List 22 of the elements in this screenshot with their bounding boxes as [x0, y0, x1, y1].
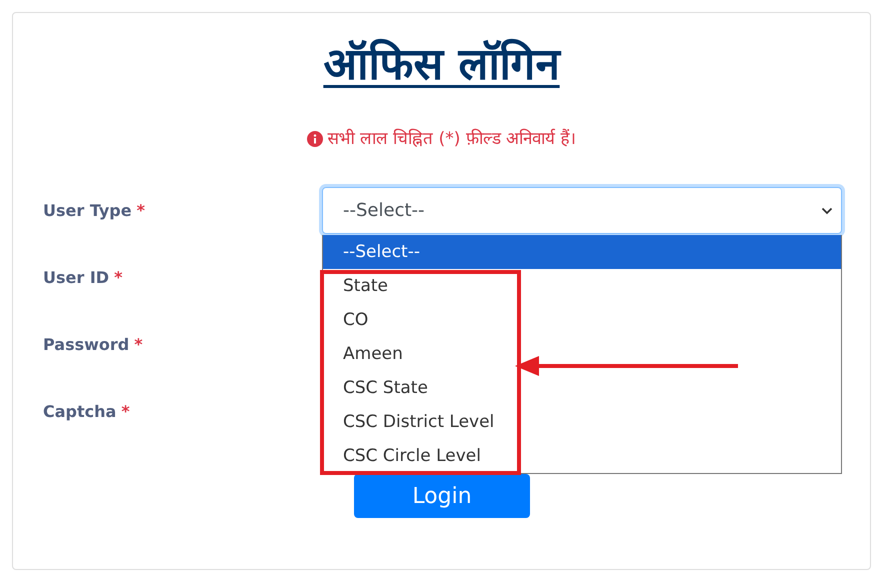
login-button[interactable]: Login: [354, 474, 530, 518]
page-title: ऑफिस लॉगिन: [322, 38, 562, 92]
required-fields-notice: सभी लाल चिह्नित (*) फ़ील्ड अनिवार्य हैं।: [327, 128, 576, 151]
field-label: Captcha: [43, 402, 116, 421]
info-icon: [307, 131, 324, 147]
dropdown-option[interactable]: CSC Circle Level: [323, 439, 485, 473]
required-mark: *: [114, 268, 122, 287]
required-mark: *: [134, 335, 143, 354]
required-mark: *: [121, 402, 130, 421]
dropdown-option[interactable]: State: [323, 269, 392, 303]
user-type-select[interactable]: --Select--: [322, 187, 842, 234]
arrow-icon: [515, 356, 738, 376]
field-label: User Type: [43, 201, 132, 220]
dropdown-option[interactable]: CO: [323, 303, 372, 337]
dropdown-option[interactable]: --Select--: [323, 235, 841, 269]
chevron-down-icon: [821, 206, 833, 214]
required-mark: *: [136, 201, 145, 220]
field-label: Password: [43, 335, 130, 354]
dropdown-option[interactable]: CSC State: [323, 371, 432, 405]
field-label: User ID: [43, 268, 110, 287]
dropdown-option[interactable]: Ameen: [323, 337, 407, 371]
dropdown-option[interactable]: CSC District Level: [323, 405, 498, 439]
